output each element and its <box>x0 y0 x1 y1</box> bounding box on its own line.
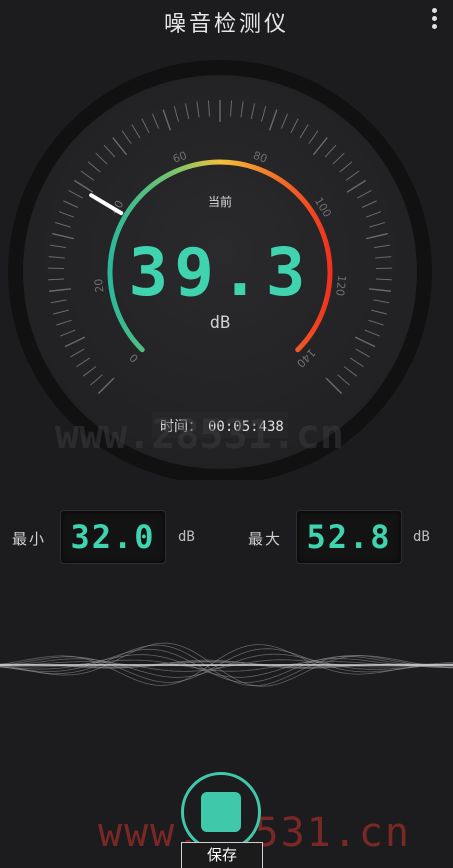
gauge-scale-label: 20 <box>92 278 106 293</box>
more-vert-icon[interactable] <box>429 8 439 34</box>
waveform <box>0 630 453 700</box>
stop-icon <box>201 792 241 832</box>
watermark-mid: www.28531.cn <box>55 412 344 458</box>
current-label: 当前 <box>208 194 232 209</box>
min-value: 32.0 <box>70 518 155 556</box>
min-value-display: 32.0 <box>60 510 166 564</box>
max-unit: dB <box>413 529 430 545</box>
min-unit: dB <box>178 529 195 545</box>
max-value: 52.8 <box>306 518 391 556</box>
current-unit: dB <box>210 313 230 333</box>
stop-record-button[interactable] <box>181 772 261 852</box>
app-title: 噪音检测仪 <box>0 6 453 38</box>
gauge-scale-label: 120 <box>333 274 348 296</box>
current-value: 39.3 <box>129 234 312 311</box>
min-label: 最小 <box>12 528 46 549</box>
save-button[interactable]: 保存 <box>181 842 263 868</box>
max-value-display: 52.8 <box>296 510 402 564</box>
sound-level-gauge: 020406080100120140 当前 39.3 dB 时间： 00:05:… <box>0 50 453 480</box>
max-label: 最大 <box>248 528 282 549</box>
